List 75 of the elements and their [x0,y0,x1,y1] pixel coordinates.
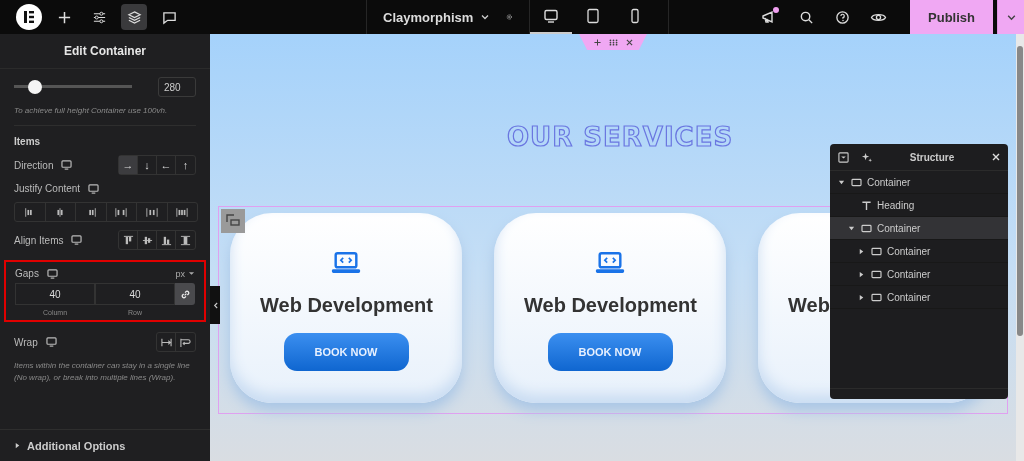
text-icon [861,199,872,211]
chevron-icon [212,301,218,309]
search-icon [798,9,814,25]
unit-dropdown[interactable]: px [175,268,195,279]
height-input[interactable]: 280 [158,77,196,97]
link-icon [179,288,191,300]
monitor-icon [45,337,57,347]
desktop-icon [543,8,559,24]
chevron-icon [480,12,491,22]
link-button[interactable] [175,283,195,305]
container-icon [871,246,882,256]
card-title: Web Development [524,294,697,317]
section-title: Items [14,136,42,147]
justify-icon [115,206,128,218]
help-icon [834,9,850,25]
drag-icon[interactable] [608,38,618,46]
direction-option[interactable]: → [119,156,138,174]
plus-icon [56,9,72,25]
field-label: Align Items [14,234,64,246]
direction-option[interactable]: ← [157,156,176,174]
container-handle-icon[interactable] [221,209,245,233]
direction-option[interactable]: ↓ [138,156,157,174]
monitor-icon [46,268,58,279]
card-title: Web [788,294,830,317]
dock-icon[interactable] [838,151,849,163]
tree-item[interactable]: Container [830,217,1008,240]
sparkle-icon[interactable] [861,151,872,163]
row-gap-input[interactable]: 40 [95,283,175,305]
justify-icon [176,206,189,218]
tree-item[interactable]: Container [830,240,1008,263]
plus-icon[interactable] [593,38,601,46]
caret-icon [188,270,195,277]
laptop-code-icon [331,251,361,276]
publish-button[interactable]: Publish [910,0,993,34]
field-label: Justify Content [14,183,81,194]
field-label: Direction [14,159,54,171]
slider-thumb[interactable] [28,80,43,94]
container-icon [871,269,882,279]
wrap-icon [160,336,172,348]
logo-icon[interactable] [16,4,42,30]
align-icon [141,234,153,246]
field-label: Wrap [14,336,38,348]
container-icon [871,292,882,302]
book-now-button[interactable]: BOOK NOW [547,333,673,371]
container-icon [861,223,872,233]
tree-item[interactable]: Container [830,286,1008,309]
monitor-icon [88,183,100,194]
collapse-panel-button[interactable] [210,286,220,324]
laptop-code-icon [595,251,625,276]
align-icon [122,234,134,246]
justify-icon [145,206,158,218]
hint-text: Items within the container can stay in a single line (No wrap), or break into multiple lines (Wrap). [14,360,191,384]
book-now-button[interactable]: BOOK NOW [283,333,409,371]
caret-icon [14,442,21,449]
align-icon [160,234,172,246]
align-icon [180,234,191,246]
monitor-icon [61,160,73,170]
tree-item[interactable]: Container [830,263,1008,286]
structure-title: Structure [908,151,956,163]
layers-button[interactable] [121,4,147,30]
direction-option[interactable]: ↑ [176,156,195,174]
card-title: Web Development [260,294,433,317]
field-label: Gaps [15,268,39,279]
hint-text: To achieve full height Container use 100vh. [14,105,169,117]
tablet-icon [585,8,601,24]
wrap-icon [180,336,191,348]
section-heading: OUR SERVICES [507,122,735,152]
monitor-icon [71,235,83,245]
column-gap-input[interactable]: 40 [15,283,95,305]
layers-icon [126,9,142,25]
chat-icon [161,9,177,25]
sliders-icon [91,9,107,25]
tree-item[interactable]: Container [830,171,1008,194]
container-icon [851,177,862,187]
page-title-dropdown[interactable]: Claymorphism [383,9,491,25]
